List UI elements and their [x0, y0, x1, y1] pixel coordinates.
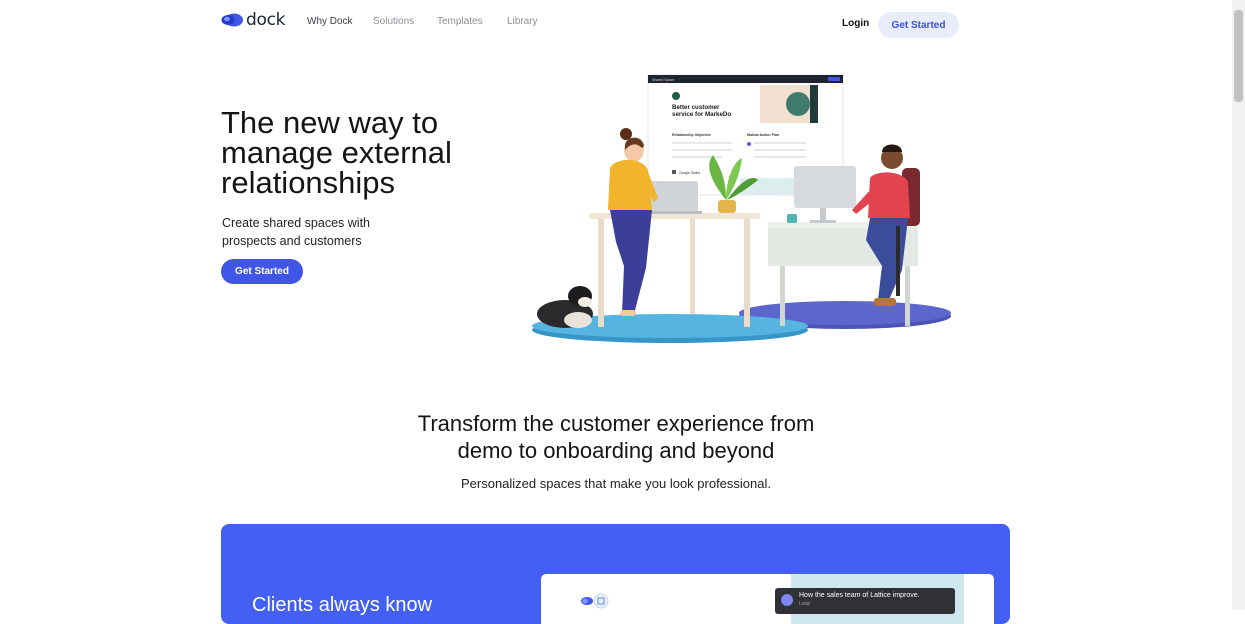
top-nav: dock Why Dock Solutions Templates Librar…: [0, 0, 1232, 46]
dog-figure: [537, 286, 593, 328]
section-subtitle: Personalized spaces that make you look p…: [460, 476, 771, 491]
login-link[interactable]: Login: [842, 18, 869, 29]
mockup-window-label: Shared Space: [652, 78, 674, 82]
mockup-logo-icon: [581, 593, 609, 609]
hero-illustration: Shared Space Better customer service for…: [532, 74, 951, 343]
toast-title: How the sales team of Lattice improve.: [799, 592, 920, 599]
feature-heading: Clients always know: [252, 594, 433, 616]
toast-avatar-icon: [781, 594, 793, 606]
scrollbar-thumb[interactable]: [1234, 10, 1243, 102]
nav-link-why-dock[interactable]: Why Dock: [307, 16, 353, 27]
hero-subtitle: Create shared spaces with prospects and …: [222, 216, 370, 248]
nav-link-library[interactable]: Library: [507, 16, 538, 27]
feature-card: Clients always know How the sales team o…: [221, 524, 1010, 624]
dock-logo[interactable]: dock: [221, 10, 285, 30]
nav-link-templates[interactable]: Templates: [437, 16, 483, 27]
mockup-col1: Relationship Objective: [672, 133, 711, 137]
nav-get-started-button[interactable]: Get Started: [878, 12, 959, 38]
feature-mockup: How the sales team of Lattice improve. L…: [541, 574, 994, 624]
mockup-col2: Mutual Action Plan: [747, 133, 779, 137]
mockup-slides-label: Google Slides: [679, 171, 700, 175]
notification-toast[interactable]: How the sales team of Lattice improve. L…: [775, 588, 955, 614]
brand-name: dock: [246, 10, 286, 30]
toast-subtitle: Loop: [799, 601, 811, 607]
nav-link-solutions[interactable]: Solutions: [373, 16, 414, 27]
page-scrollbar[interactable]: [1232, 0, 1245, 610]
hero-title: The new way to manage external relations…: [221, 105, 452, 200]
dock-logo-icon: [221, 13, 243, 27]
hero-get-started-button[interactable]: Get Started: [221, 259, 303, 284]
section-title: Transform the customer experience from d…: [417, 411, 815, 463]
